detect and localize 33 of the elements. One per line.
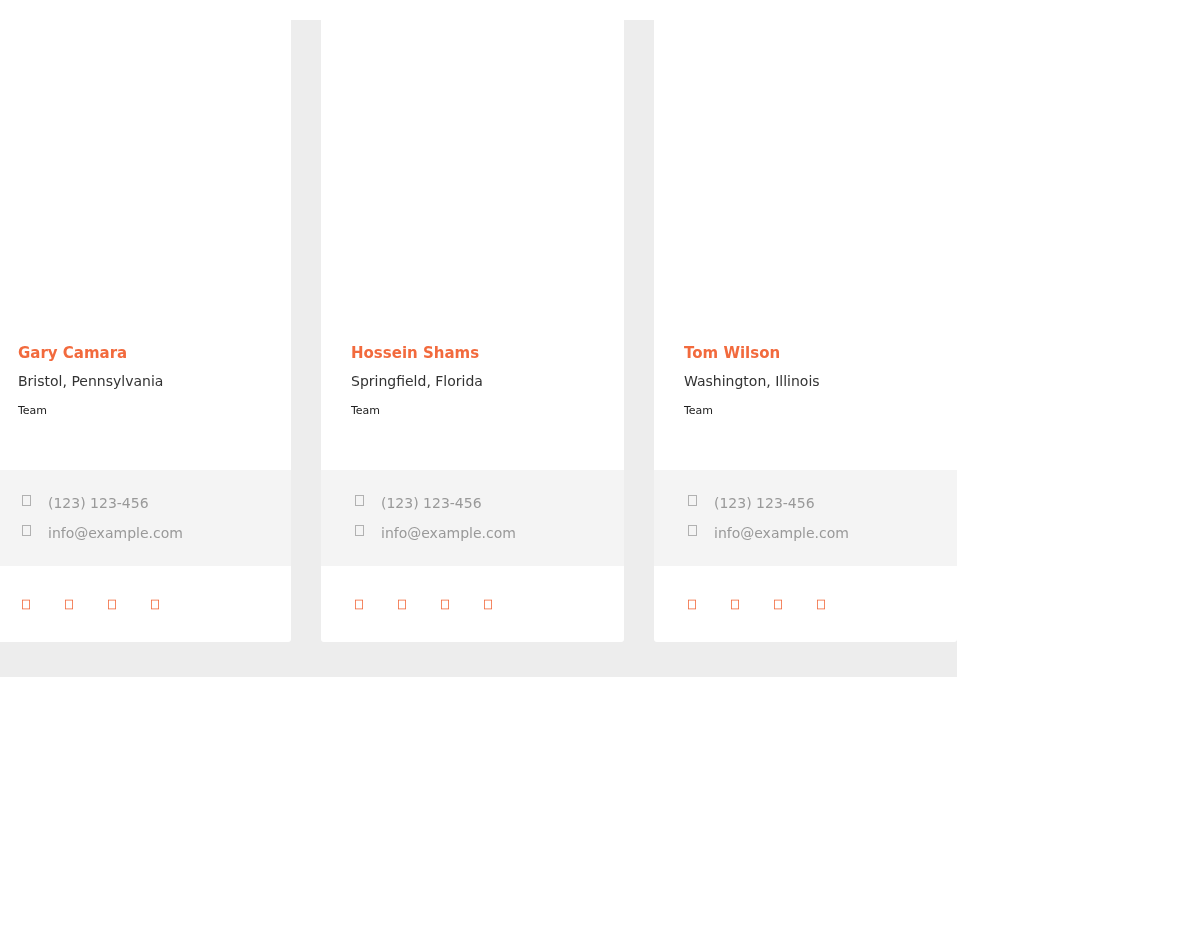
person-name: Gary Camara bbox=[18, 343, 129, 364]
square-icon[interactable] bbox=[108, 598, 116, 610]
square-icon bbox=[355, 524, 364, 536]
contact-text: (123) 123-456 bbox=[48, 495, 149, 511]
role-text: Team bbox=[18, 404, 49, 417]
contact-text: (123) 123-456 bbox=[381, 495, 482, 511]
location-text: Washington, Illinois bbox=[684, 372, 821, 391]
square-icon[interactable] bbox=[151, 598, 159, 610]
square-icon bbox=[22, 524, 31, 536]
square-icon[interactable] bbox=[688, 598, 696, 610]
contact-text: info@example.com bbox=[48, 525, 183, 541]
contact-text: info@example.com bbox=[714, 525, 849, 541]
square-icon[interactable] bbox=[484, 598, 492, 610]
contact-text: (123) 123-456 bbox=[714, 495, 815, 511]
square-icon bbox=[22, 494, 31, 506]
square-icon[interactable] bbox=[441, 598, 449, 610]
square-icon[interactable] bbox=[398, 598, 406, 610]
square-icon bbox=[688, 494, 697, 506]
person-name: Tom Wilson bbox=[684, 343, 782, 364]
square-icon[interactable] bbox=[817, 598, 825, 610]
square-icon[interactable] bbox=[22, 598, 30, 610]
role-text: Team bbox=[351, 404, 382, 417]
square-icon bbox=[355, 494, 364, 506]
square-icon[interactable] bbox=[774, 598, 782, 610]
square-icon[interactable] bbox=[65, 598, 73, 610]
location-text: Springfield, Florida bbox=[351, 372, 484, 391]
square-icon[interactable] bbox=[355, 598, 363, 610]
square-icon bbox=[688, 524, 697, 536]
location-text: Bristol, Pennsylvania bbox=[18, 372, 165, 391]
square-icon[interactable] bbox=[731, 598, 739, 610]
contact-text: info@example.com bbox=[381, 525, 516, 541]
person-name: Hossein Shams bbox=[351, 343, 481, 364]
role-text: Team bbox=[684, 404, 715, 417]
